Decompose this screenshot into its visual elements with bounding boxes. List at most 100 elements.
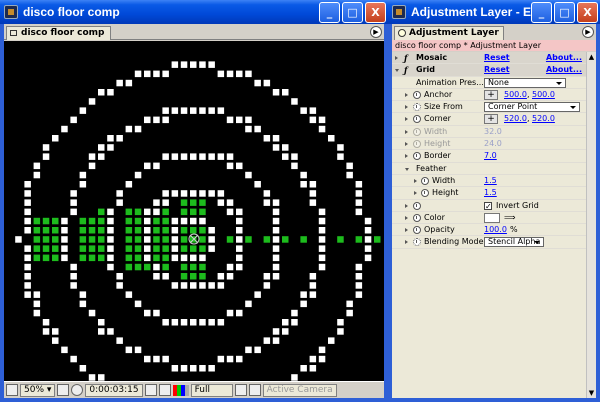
effect-row-mosaic[interactable]: ƒ Mosaic Reset About... <box>392 52 586 65</box>
grid-cell <box>300 291 307 298</box>
maximize-button[interactable]: □ <box>554 1 575 23</box>
grid-cell <box>309 365 317 372</box>
stopwatch-icon[interactable] <box>421 189 429 198</box>
grid-cell <box>236 227 243 234</box>
size-from-dropdown[interactable]: Corner Point <box>484 102 580 113</box>
channel-icon[interactable] <box>172 384 189 396</box>
grid-cell <box>33 162 41 170</box>
feather-height-value[interactable]: 1.5 <box>484 187 497 199</box>
corner-y-value[interactable]: 520.0 <box>532 113 555 125</box>
corner-x-value[interactable]: 520.0 <box>504 113 527 125</box>
effect-titlebar[interactable]: Adjustment Layer - Effect... _ □ X <box>388 0 600 24</box>
grid-cell <box>144 227 151 234</box>
eyedropper-icon[interactable]: ⟹ <box>504 213 516 222</box>
comp-tab[interactable]: disco floor comp <box>6 26 112 40</box>
twirl-closed-icon[interactable] <box>405 240 408 245</box>
twirl-closed-icon[interactable] <box>405 105 408 110</box>
opacity-value[interactable]: 100.0 <box>484 224 507 236</box>
grid-toggle-icon[interactable] <box>57 384 70 396</box>
grid-cell <box>162 199 169 206</box>
crosshair-icon[interactable]: + <box>484 114 498 125</box>
composition-viewer[interactable] <box>4 41 384 385</box>
border-value[interactable]: 7.0 <box>484 150 497 162</box>
width-value: 32.0 <box>484 126 502 136</box>
reset-button[interactable]: Reset <box>484 64 510 76</box>
stopwatch-icon[interactable] <box>413 115 421 124</box>
fx-toggle-icon[interactable]: ƒ <box>404 66 412 74</box>
stopwatch-icon[interactable] <box>413 201 421 210</box>
camera-dropdown[interactable]: Active Camera <box>262 383 337 397</box>
grid-cell <box>199 282 206 289</box>
clock-icon[interactable] <box>71 384 84 396</box>
layout-icon[interactable] <box>6 384 18 396</box>
grid-cell <box>236 208 243 216</box>
reset-button[interactable]: Reset <box>484 52 510 64</box>
twirl-closed-icon[interactable] <box>414 191 417 196</box>
snapshot-icon[interactable] <box>144 384 157 396</box>
stopwatch-icon[interactable] <box>421 176 429 185</box>
effect-tabbar: Adjustment Layer ▶ <box>392 24 596 40</box>
region-of-interest-icon[interactable] <box>234 384 247 396</box>
close-button[interactable]: X <box>365 1 386 23</box>
fx-toggle-icon[interactable]: ƒ <box>404 54 412 62</box>
about-link[interactable]: About... <box>546 64 582 76</box>
effect-scrollbar[interactable]: ▲ ▼ <box>586 52 596 398</box>
panel-menu-icon[interactable]: ▶ <box>582 26 594 38</box>
stopwatch-icon[interactable] <box>413 213 421 222</box>
minimize-button[interactable]: _ <box>319 1 340 23</box>
grid-cell <box>180 254 188 262</box>
twirl-closed-icon[interactable] <box>405 154 408 159</box>
panel-menu-icon[interactable]: ▶ <box>370 26 382 38</box>
grid-cell <box>116 282 123 289</box>
twirl-closed-icon[interactable] <box>405 215 408 220</box>
show-snapshot-icon[interactable] <box>158 384 171 396</box>
grid-cell <box>337 328 344 335</box>
transparency-grid-icon[interactable] <box>248 384 261 396</box>
twirl-closed-icon[interactable] <box>395 56 398 60</box>
param-feather[interactable]: Feather <box>392 163 586 175</box>
effect-row-grid[interactable]: ƒ Grid Reset About... <box>392 64 586 77</box>
scroll-up-icon[interactable]: ▲ <box>587 52 596 62</box>
twirl-open-icon[interactable] <box>395 69 399 73</box>
twirl-closed-icon[interactable] <box>405 203 408 208</box>
stopwatch-icon[interactable] <box>413 90 421 99</box>
grid-cell <box>199 254 206 262</box>
comp-titlebar[interactable]: disco floor comp _ □ X <box>0 0 388 24</box>
twirl-closed-icon[interactable] <box>405 117 408 122</box>
anchor-y-value[interactable]: 500.0 <box>532 89 555 101</box>
grid-cell <box>199 199 206 206</box>
about-link[interactable]: About... <box>546 52 582 64</box>
param-blending-mode: Blending Mode Stencil Alpha <box>392 236 586 249</box>
grid-cell <box>153 254 160 262</box>
timecode-display[interactable]: 0:00:03:15 <box>85 383 143 397</box>
grid-cell <box>199 208 206 216</box>
grid-cell <box>318 227 326 234</box>
close-button[interactable]: X <box>577 1 598 23</box>
grid-cell <box>98 89 105 96</box>
color-swatch[interactable] <box>484 212 500 223</box>
grid-cell <box>272 217 280 225</box>
maximize-button[interactable]: □ <box>342 1 363 23</box>
grid-cell <box>199 61 206 68</box>
stopwatch-icon[interactable] <box>413 226 421 235</box>
effect-tab[interactable]: Adjustment Layer <box>394 26 504 40</box>
invert-grid-checkbox[interactable]: ✓ <box>484 201 492 210</box>
resolution-dropdown[interactable]: Full <box>190 383 233 397</box>
scroll-down-icon[interactable]: ▼ <box>587 388 596 398</box>
grid-cell <box>24 217 31 225</box>
feather-width-value[interactable]: 1.5 <box>484 175 497 187</box>
crosshair-icon[interactable]: + <box>484 89 498 100</box>
minimize-button[interactable]: _ <box>531 1 552 23</box>
twirl-open-icon[interactable] <box>405 167 409 171</box>
animation-presets-dropdown[interactable]: None <box>484 77 566 88</box>
blending-mode-dropdown[interactable]: Stencil Alpha <box>484 237 544 248</box>
twirl-closed-icon[interactable] <box>414 178 417 183</box>
grid-cell <box>346 309 353 317</box>
anchor-x-value[interactable]: 500.0 <box>504 89 527 101</box>
twirl-closed-icon[interactable] <box>405 228 408 233</box>
grid-cell <box>125 245 133 252</box>
twirl-closed-icon[interactable] <box>405 92 408 97</box>
stopwatch-icon[interactable] <box>413 152 421 161</box>
zoom-dropdown[interactable]: 50% ▾ <box>20 383 56 397</box>
grid-cell <box>33 217 41 225</box>
